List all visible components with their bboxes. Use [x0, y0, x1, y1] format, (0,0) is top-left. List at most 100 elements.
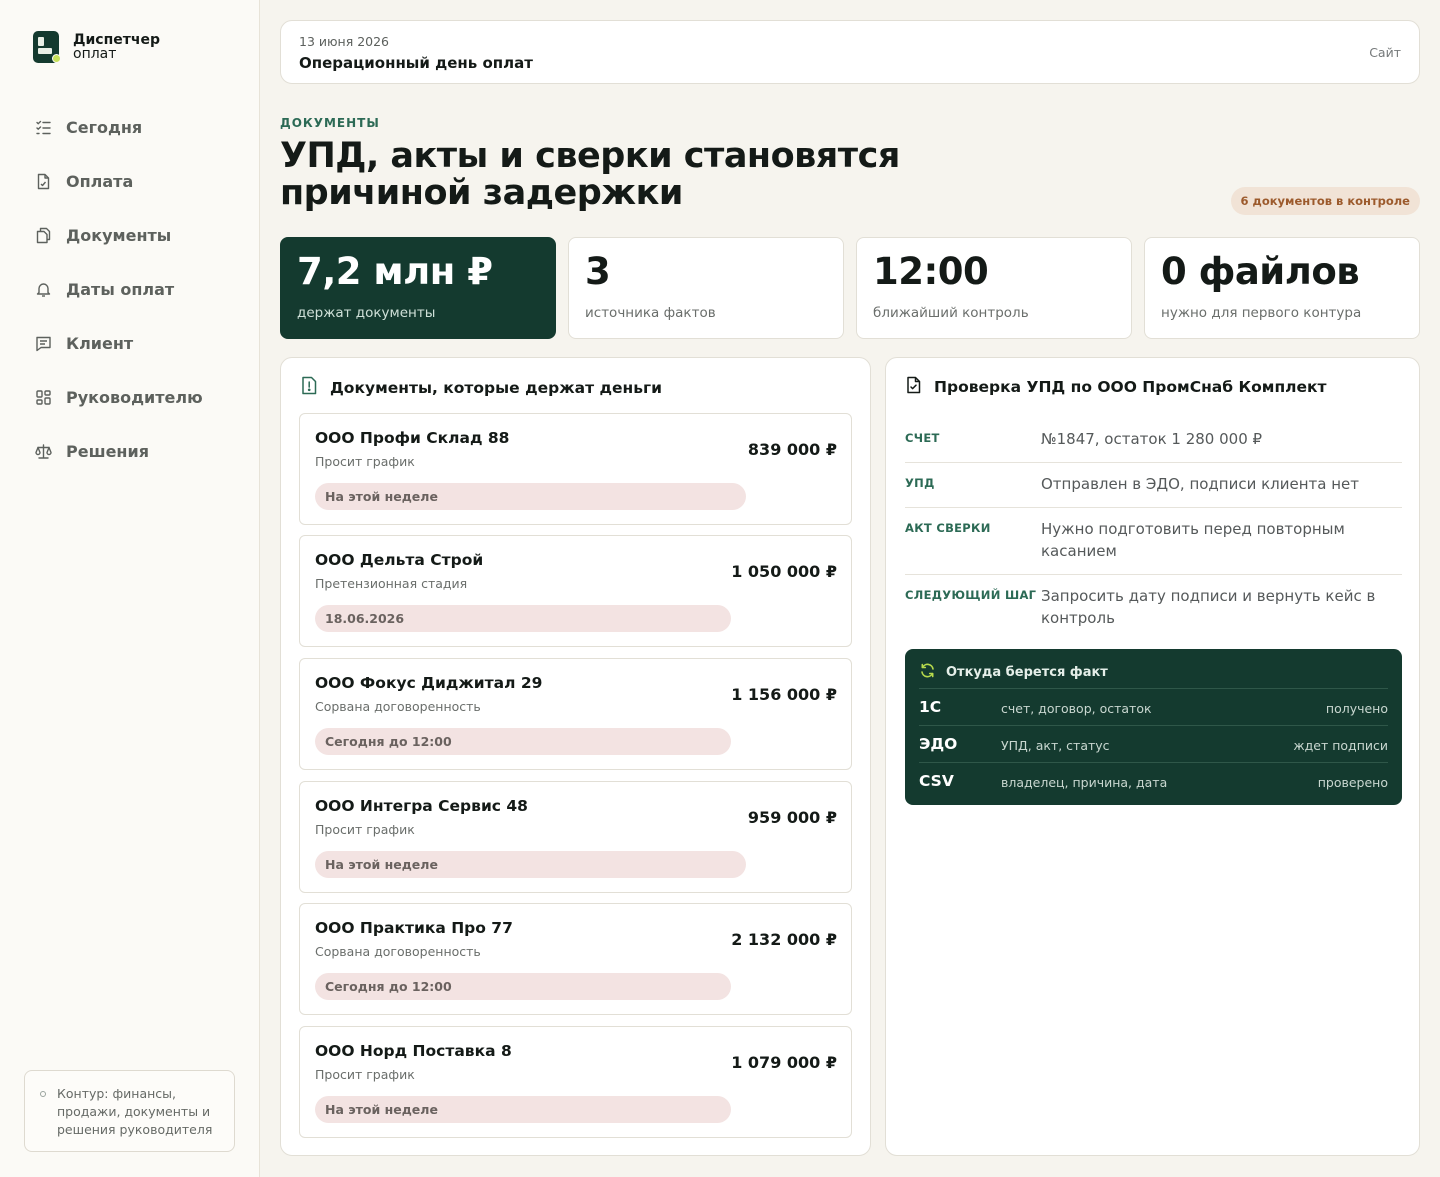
stat-card-held-amount: 7,2 млн ₽ держат документы: [280, 237, 556, 339]
stat-label: источника фактов: [585, 305, 716, 321]
stat-label: ближайший контроль: [873, 305, 1029, 321]
amount: 2 132 000 ₽: [731, 930, 837, 949]
sidebar-nav: Сегодня Оплата Документы Даты оплат Клие…: [34, 100, 244, 478]
fact-description: владелец, причина, дата: [1001, 775, 1168, 790]
fact-source-row: ЭДО УПД, акт, статус ждет подписи: [919, 725, 1388, 762]
stat-card-next-control: 12:00 ближайший контроль: [856, 237, 1132, 339]
bullet-icon: [40, 1091, 46, 1097]
documents-icon: [34, 226, 52, 244]
check-key: АКТ СВЕРКИ: [905, 521, 991, 535]
panel-title: Проверка УПД по ООО ПромСнаб Комплект: [934, 378, 1327, 396]
company-name: ООО Профи Склад 88: [315, 429, 510, 447]
company-name: ООО Интегра Сервис 48: [315, 797, 528, 815]
section-title: УПД, акты и сверки становятся причиной з…: [280, 136, 900, 213]
sidebar-item-label: Клиент: [66, 333, 134, 353]
document-row[interactable]: ООО Норд Поставка 8 Просит график 1 079 …: [299, 1026, 852, 1138]
amount: 959 000 ₽: [747, 808, 837, 827]
case-status: Просит график: [315, 454, 415, 469]
fact-description: счет, договор, остаток: [1001, 701, 1152, 716]
case-status: Сорвана договоренность: [315, 699, 481, 714]
documents-panel: Документы, которые держат деньги ООО Про…: [280, 357, 871, 1156]
facts-title: Откуда берется факт: [946, 665, 1108, 680]
case-status: Просит график: [315, 822, 415, 837]
scales-icon: [34, 442, 52, 460]
sidebar: Диспетчер оплат Сегодня Оплата Документы: [0, 0, 260, 1177]
stat-value: 0 файлов: [1161, 250, 1360, 293]
fact-source-row: CSV владелец, причина, дата проверено: [919, 762, 1388, 799]
check-value: №1847, остаток 1 280 000 ₽: [1041, 430, 1263, 448]
sidebar-item-label: Руководителю: [66, 387, 203, 407]
check-key: СЧЕТ: [905, 431, 940, 445]
sidebar-item-today[interactable]: Сегодня: [34, 100, 244, 154]
stat-card-sources: 3 источника фактов: [568, 237, 844, 339]
top-bar: 13 июня 2026 Операционный день оплат Сай…: [280, 20, 1420, 84]
deadline-tag: На этой неделе: [315, 483, 746, 510]
brand[interactable]: Диспетчер оплат: [33, 31, 160, 63]
deadline-tag: Сегодня до 12:00: [315, 973, 731, 1000]
scope-note: Контур: финансы, продажи, документы и ре…: [24, 1070, 235, 1152]
company-name: ООО Дельта Строй: [315, 551, 484, 569]
bell-icon: [34, 280, 52, 298]
deadline-tag: На этой неделе: [315, 851, 746, 878]
check-row-next-step: СЛЕДУЮЩИЙ ШАГ Запросить дату подписи и в…: [905, 575, 1402, 642]
stat-label: нужно для первого контура: [1161, 305, 1362, 321]
document-row[interactable]: ООО Фокус Диджитал 29 Сорвана договоренн…: [299, 658, 852, 770]
check-row-upd: УПД Отправлен в ЭДО, подписи клиента нет: [905, 463, 1402, 508]
alert-document-icon: [300, 376, 318, 399]
check-value: Нужно подготовить перед повторным касани…: [1041, 520, 1345, 560]
stat-value: 7,2 млн ₽: [297, 250, 493, 293]
check-key: СЛЕДУЮЩИЙ ШАГ: [905, 588, 1037, 602]
status-badge: 6 документов в контроле: [1230, 187, 1420, 215]
sidebar-item-label: Решения: [66, 441, 149, 461]
stat-value: 12:00: [873, 250, 989, 293]
current-date: 13 июня 2026: [299, 34, 390, 49]
company-name: ООО Норд Поставка 8: [315, 1042, 512, 1060]
check-row-invoice: СЧЕТ №1847, остаток 1 280 000 ₽: [905, 418, 1402, 463]
brand-subtitle: оплат: [73, 46, 117, 62]
fact-description: УПД, акт, статус: [1001, 738, 1110, 753]
sidebar-item-manager[interactable]: Руководителю: [34, 370, 244, 424]
stat-value: 3: [585, 250, 611, 293]
section-eyebrow: ДОКУМЕНТЫ: [280, 116, 380, 130]
amount: 839 000 ₽: [747, 440, 837, 459]
checklist-icon: [34, 118, 52, 136]
brand-logo-icon: [33, 31, 61, 63]
sidebar-item-decisions[interactable]: Решения: [34, 424, 244, 478]
site-link[interactable]: Сайт: [1369, 45, 1401, 60]
sidebar-item-payment[interactable]: Оплата: [34, 154, 244, 208]
document-row[interactable]: ООО Профи Склад 88 Просит график 839 000…: [299, 413, 852, 525]
panel-title: Документы, которые держат деньги: [330, 378, 662, 397]
brand-title: Диспетчер: [73, 32, 160, 48]
fact-sources-box: Откуда берется факт 1С счет, договор, ос…: [905, 649, 1402, 805]
fact-status: получено: [1325, 701, 1388, 716]
document-row[interactable]: ООО Дельта Строй Претензионная стадия 1 …: [299, 535, 852, 647]
deadline-tag: Сегодня до 12:00: [315, 728, 731, 755]
fact-source: 1С: [919, 698, 942, 716]
stat-card-files: 0 файлов нужно для первого контура: [1144, 237, 1420, 339]
case-status: Просит график: [315, 1067, 415, 1082]
fact-source: CSV: [919, 772, 954, 790]
check-key: УПД: [905, 476, 935, 490]
sidebar-item-documents[interactable]: Документы: [34, 208, 244, 262]
sidebar-item-client[interactable]: Клиент: [34, 316, 244, 370]
document-row[interactable]: ООО Практика Про 77 Сорвана договореннос…: [299, 903, 852, 1015]
company-name: ООО Практика Про 77: [315, 919, 513, 937]
check-value: Отправлен в ЭДО, подписи клиента нет: [1041, 475, 1360, 493]
page-title: Операционный день оплат: [299, 54, 533, 72]
message-icon: [34, 334, 52, 352]
document-row[interactable]: ООО Интегра Сервис 48 Просит график 959 …: [299, 781, 852, 893]
amount: 1 156 000 ₽: [731, 685, 837, 704]
deadline-tag: 18.06.2026: [315, 605, 731, 632]
case-status: Претензионная стадия: [315, 576, 468, 591]
document-check-icon: [905, 376, 922, 398]
sidebar-item-payment-dates[interactable]: Даты оплат: [34, 262, 244, 316]
fact-source: ЭДО: [919, 735, 958, 753]
refresh-icon: [919, 662, 936, 683]
document-icon: [34, 172, 52, 190]
stat-label: держат документы: [297, 305, 436, 321]
fact-status: ждет подписи: [1293, 738, 1388, 753]
sidebar-item-label: Сегодня: [66, 117, 143, 137]
scope-note-text: Контур: финансы, продажи, документы и ре…: [57, 1086, 213, 1137]
amount: 1 079 000 ₽: [731, 1053, 837, 1072]
case-status: Сорвана договоренность: [315, 944, 481, 959]
